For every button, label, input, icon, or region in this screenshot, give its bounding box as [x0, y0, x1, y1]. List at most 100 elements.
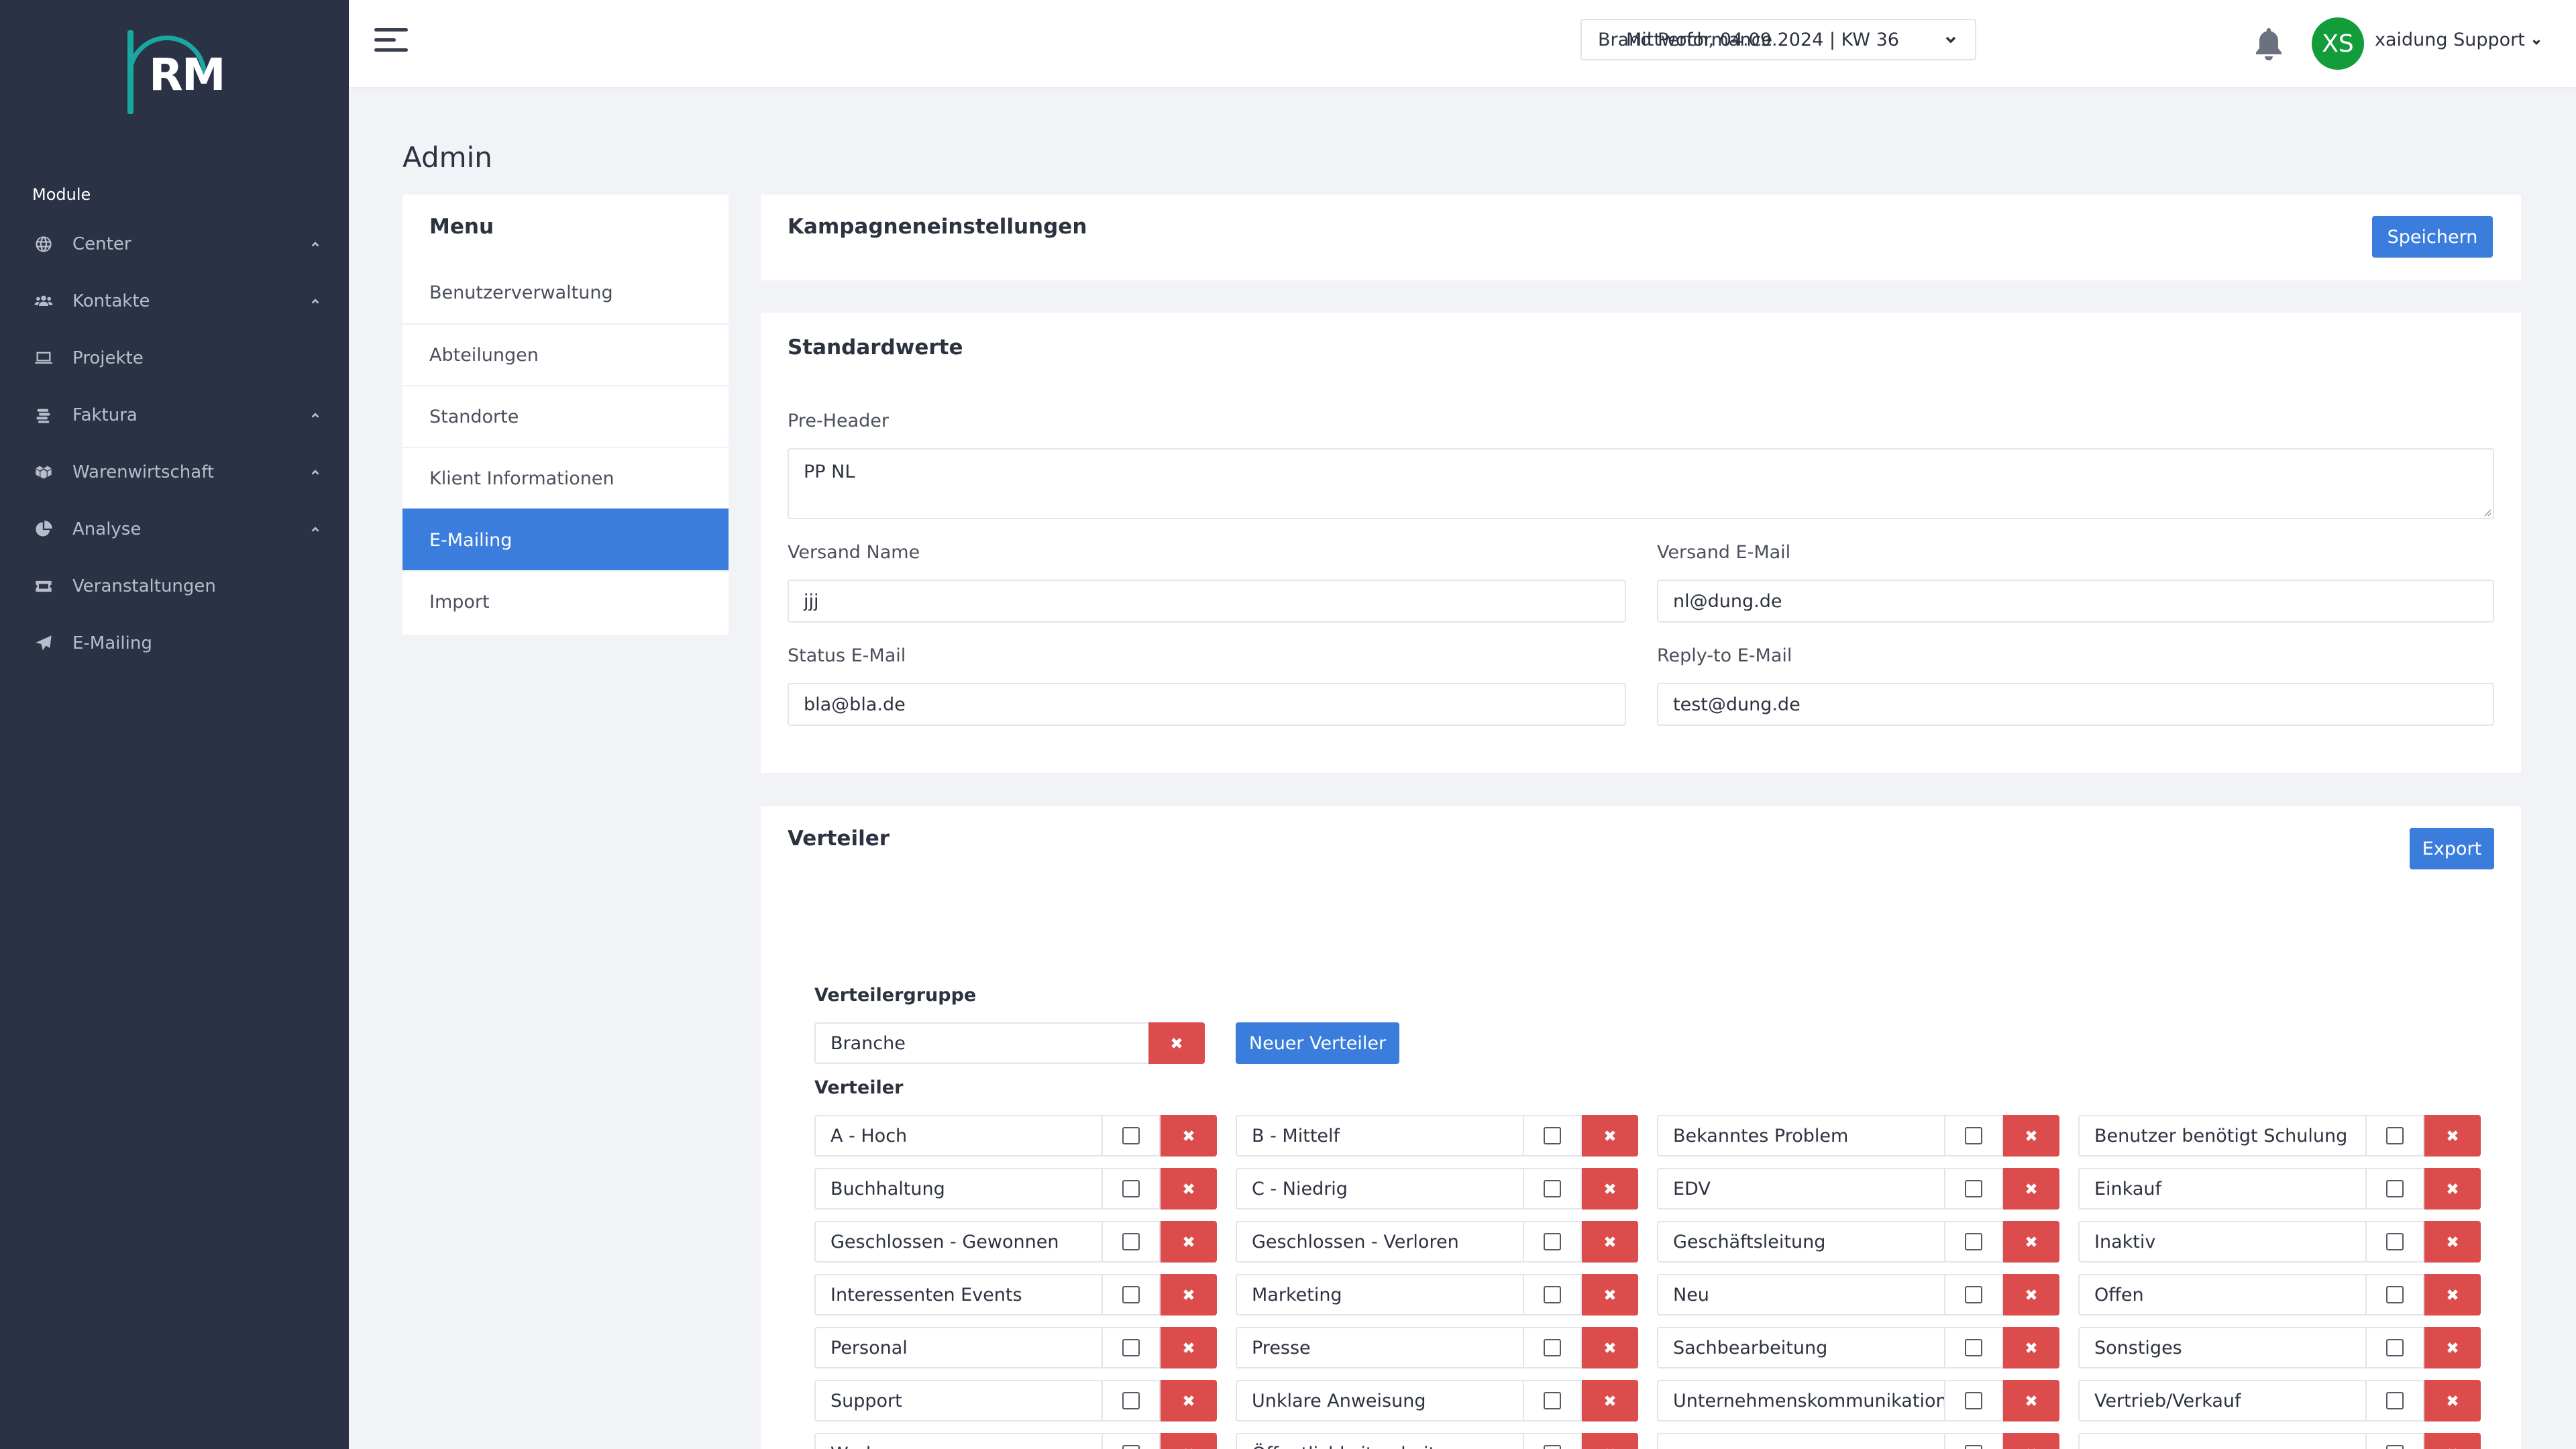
- delete-verteiler-button[interactable]: [2424, 1168, 2481, 1210]
- verteiler-name-field[interactable]: Öffentlichkeitsarbeit: [1236, 1433, 1523, 1449]
- delete-verteiler-button[interactable]: [2003, 1274, 2059, 1316]
- verteiler-checkbox[interactable]: [1523, 1433, 1582, 1449]
- app-logo[interactable]: RM: [111, 19, 228, 131]
- verteiler-name-field[interactable]: [1657, 1433, 1944, 1449]
- delete-verteiler-button[interactable]: [1582, 1168, 1638, 1210]
- verteiler-name-field[interactable]: Benutzer benötigt Schulung: [2078, 1115, 2365, 1157]
- verteiler-checkbox[interactable]: [1944, 1327, 2003, 1368]
- status-email-field[interactable]: bla@bla.de: [788, 683, 1626, 726]
- verteiler-checkbox[interactable]: [1102, 1221, 1161, 1263]
- verteiler-checkbox[interactable]: [1944, 1274, 2003, 1316]
- verteiler-checkbox[interactable]: [1523, 1115, 1582, 1157]
- verteiler-name-field[interactable]: Neu: [1657, 1274, 1944, 1316]
- user-menu[interactable]: xaidung Support: [2375, 30, 2525, 50]
- sidebar-item-e-mailing[interactable]: E-Mailing: [32, 623, 322, 663]
- menu-item-e-mailing[interactable]: E-Mailing: [402, 508, 729, 570]
- verteiler-name-field[interactable]: Interessenten Events: [814, 1274, 1102, 1316]
- verteiler-checkbox[interactable]: [2365, 1380, 2424, 1421]
- delete-verteiler-button[interactable]: [1161, 1327, 1217, 1368]
- verteiler-checkbox[interactable]: [2365, 1221, 2424, 1263]
- verteiler-name-field[interactable]: C - Niedrig: [1236, 1168, 1523, 1210]
- versand-email-field[interactable]: nl@dung.de: [1657, 580, 2494, 623]
- versand-name-field[interactable]: jjj: [788, 580, 1626, 623]
- verteiler-checkbox[interactable]: [1944, 1168, 2003, 1210]
- avatar[interactable]: XS: [2312, 17, 2364, 70]
- verteiler-name-field[interactable]: B - Mittelf: [1236, 1115, 1523, 1157]
- verteiler-checkbox[interactable]: [1102, 1115, 1161, 1157]
- verteiler-checkbox[interactable]: [1102, 1433, 1161, 1449]
- verteiler-name-field[interactable]: Personal: [814, 1327, 1102, 1368]
- hamburger-menu-icon[interactable]: [374, 28, 408, 56]
- verteiler-name-field[interactable]: Geschlossen - Gewonnen: [814, 1221, 1102, 1263]
- delete-verteiler-button[interactable]: [1161, 1274, 1217, 1316]
- verteiler-checkbox[interactable]: [2365, 1115, 2424, 1157]
- sidebar-item-projekte[interactable]: Projekte: [32, 338, 322, 378]
- verteilergruppe-field[interactable]: Branche: [814, 1022, 1150, 1064]
- delete-verteiler-button[interactable]: [1161, 1433, 1217, 1449]
- menu-item-standorte[interactable]: Standorte: [402, 385, 729, 447]
- sidebar-item-center[interactable]: Center: [32, 224, 322, 264]
- verteiler-name-field[interactable]: EDV: [1657, 1168, 1944, 1210]
- sidebar-item-kontakte[interactable]: Kontakte: [32, 281, 322, 321]
- verteiler-checkbox[interactable]: [1523, 1221, 1582, 1263]
- sidebar-item-warenwirtschaft[interactable]: Warenwirtschaft: [32, 452, 322, 492]
- verteiler-name-field[interactable]: Bekanntes Problem: [1657, 1115, 1944, 1157]
- verteiler-name-field[interactable]: Support: [814, 1380, 1102, 1421]
- delete-verteiler-button[interactable]: [1582, 1380, 1638, 1421]
- verteiler-checkbox[interactable]: [1523, 1327, 1582, 1368]
- verteiler-checkbox[interactable]: [1102, 1327, 1161, 1368]
- verteiler-name-field[interactable]: Vertrieb/Verkauf: [2078, 1380, 2365, 1421]
- resize-handle-icon[interactable]: [2482, 507, 2491, 517]
- sidebar-item-faktura[interactable]: Faktura: [32, 395, 322, 435]
- delete-verteiler-button[interactable]: [2003, 1327, 2059, 1368]
- delete-verteiler-button[interactable]: [1161, 1380, 1217, 1421]
- chevron-down-icon[interactable]: [2530, 36, 2542, 48]
- delete-verteiler-button[interactable]: [1161, 1168, 1217, 1210]
- delete-group-button[interactable]: [1148, 1022, 1205, 1064]
- preheader-field[interactable]: PP NL: [788, 448, 2494, 519]
- verteiler-checkbox[interactable]: [2365, 1168, 2424, 1210]
- delete-verteiler-button[interactable]: [2003, 1168, 2059, 1210]
- verteiler-name-field[interactable]: Inaktiv: [2078, 1221, 2365, 1263]
- verteiler-name-field[interactable]: Sachbearbeitung: [1657, 1327, 1944, 1368]
- menu-item-import[interactable]: Import: [402, 570, 729, 632]
- menu-item-benutzerverwaltung[interactable]: Benutzerverwaltung: [402, 262, 729, 323]
- delete-verteiler-button[interactable]: [2424, 1115, 2481, 1157]
- delete-verteiler-button[interactable]: [2003, 1433, 2059, 1449]
- verteiler-name-field[interactable]: Buchhaltung: [814, 1168, 1102, 1210]
- verteiler-name-field[interactable]: Werbung: [814, 1433, 1102, 1449]
- verteiler-checkbox[interactable]: [1523, 1380, 1582, 1421]
- delete-verteiler-button[interactable]: [2003, 1115, 2059, 1157]
- menu-item-abteilungen[interactable]: Abteilungen: [402, 323, 729, 385]
- delete-verteiler-button[interactable]: [1582, 1327, 1638, 1368]
- delete-verteiler-button[interactable]: [2003, 1380, 2059, 1421]
- verteiler-checkbox[interactable]: [2365, 1274, 2424, 1316]
- verteiler-checkbox[interactable]: [2365, 1327, 2424, 1368]
- verteiler-name-field[interactable]: A - Hoch: [814, 1115, 1102, 1157]
- verteiler-checkbox[interactable]: [1944, 1433, 2003, 1449]
- verteiler-name-field[interactable]: Einkauf: [2078, 1168, 2365, 1210]
- verteiler-checkbox[interactable]: [1102, 1274, 1161, 1316]
- verteiler-name-field[interactable]: [2078, 1433, 2365, 1449]
- verteiler-name-field[interactable]: Unklare Anweisung: [1236, 1380, 1523, 1421]
- delete-verteiler-button[interactable]: [1582, 1274, 1638, 1316]
- delete-verteiler-button[interactable]: [1582, 1221, 1638, 1263]
- replyto-email-field[interactable]: test@dung.de: [1657, 683, 2494, 726]
- delete-verteiler-button[interactable]: [2424, 1380, 2481, 1421]
- verteiler-name-field[interactable]: Presse: [1236, 1327, 1523, 1368]
- verteiler-checkbox[interactable]: [1944, 1115, 2003, 1157]
- verteiler-checkbox[interactable]: [1523, 1274, 1582, 1316]
- delete-verteiler-button[interactable]: [2424, 1327, 2481, 1368]
- sidebar-item-veranstaltungen[interactable]: Veranstaltungen: [32, 566, 322, 606]
- verteiler-name-field[interactable]: Geschäftsleitung: [1657, 1221, 1944, 1263]
- verteiler-checkbox[interactable]: [1523, 1168, 1582, 1210]
- delete-verteiler-button[interactable]: [1161, 1115, 1217, 1157]
- verteiler-name-field[interactable]: Geschlossen - Verloren: [1236, 1221, 1523, 1263]
- delete-verteiler-button[interactable]: [2424, 1433, 2481, 1449]
- verteiler-name-field[interactable]: Marketing: [1236, 1274, 1523, 1316]
- bell-icon[interactable]: [2253, 27, 2285, 62]
- delete-verteiler-button[interactable]: [1161, 1221, 1217, 1263]
- new-verteiler-button[interactable]: Neuer Verteiler: [1236, 1022, 1399, 1064]
- verteiler-checkbox[interactable]: [1944, 1221, 2003, 1263]
- export-button[interactable]: Export: [2410, 828, 2494, 869]
